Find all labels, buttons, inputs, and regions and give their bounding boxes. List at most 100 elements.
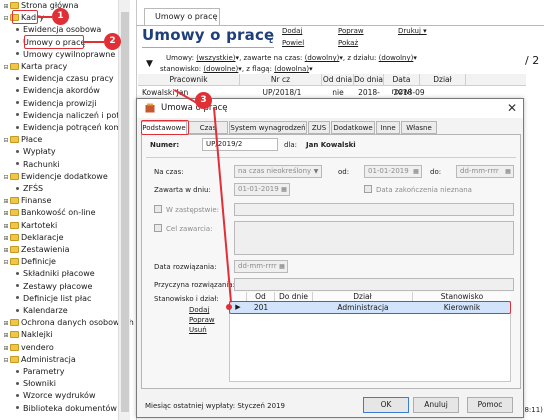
expand-toggle-icon[interactable]: ⊞ — [2, 234, 10, 244]
tree-scrollbar-thumb[interactable] — [121, 12, 129, 412]
na-czas-value: na czas nieokreślony — [238, 167, 312, 175]
tree-item[interactable]: ⊟ Karta pracy — [2, 62, 67, 73]
col-nr[interactable]: Nr cz — [240, 74, 322, 86]
tree-item[interactable]: ⊞ Ochrona danych osobowych — [2, 318, 133, 329]
row-pracownik[interactable]: Kowalski Jan — [142, 87, 240, 98]
tab-wlasne[interactable]: Własne — [401, 121, 437, 134]
close-icon[interactable]: ✕ — [507, 101, 517, 115]
w-zastepstwie-field[interactable] — [234, 203, 514, 216]
w-zastepstwie-checkbox[interactable] — [154, 205, 162, 213]
expand-toggle-icon[interactable]: ⊞ — [2, 246, 10, 256]
zawarta-date-field[interactable]: 01-01-2019 ▦ — [234, 183, 290, 196]
filter-stanowisko-value[interactable]: (dowolne) — [203, 65, 238, 73]
tree-item[interactable]: Ewidencja naliczeń i potrą — [14, 111, 128, 122]
expand-toggle-icon[interactable]: ⊞ — [2, 319, 10, 329]
sgrid-delete-link[interactable]: Usuń — [189, 326, 207, 334]
tree-item[interactable]: Ewidencja potrąceń komo — [14, 123, 126, 134]
tree-item[interactable]: Definicje list płac — [14, 294, 91, 305]
tree-scrollbar[interactable] — [118, 0, 130, 420]
collapse-toggle-icon[interactable]: ⊟ — [2, 14, 10, 24]
col-pracownik[interactable]: Pracownik — [138, 74, 240, 86]
tree-item[interactable]: ⊞ Finanse — [2, 196, 51, 207]
tree-item[interactable]: ⊟ Administracja — [2, 355, 75, 366]
filter-zawarte-value[interactable]: (dowolny) — [305, 54, 340, 62]
row-data[interactable]: 2018-09 — [384, 87, 434, 98]
expand-toggle-icon[interactable]: ⊞ — [2, 209, 10, 219]
tree-item[interactable]: ⊞ Zestawienia — [2, 245, 69, 256]
expand-toggle-icon[interactable]: ⊞ — [2, 222, 10, 232]
collapse-toggle-icon[interactable]: ⊟ — [2, 136, 10, 146]
row-od[interactable]: 2018- — [354, 87, 384, 98]
col-dzial[interactable]: Dział — [420, 74, 466, 86]
show-link[interactable]: Pokaż — [338, 39, 358, 47]
collapse-icon[interactable]: ▼ — [146, 59, 153, 69]
sgrid-edit-link[interactable]: Popraw — [189, 316, 215, 324]
sgrid-add-link[interactable]: Dodaj — [189, 306, 209, 314]
tree-item[interactable]: Umowy cywilnoprawne — [14, 50, 115, 61]
cancel-button[interactable]: Anuluj — [413, 397, 459, 413]
tree-item[interactable]: Wzorce wydruków — [14, 391, 95, 402]
expand-toggle-icon[interactable]: ⊞ — [2, 344, 10, 354]
tree-item[interactable]: ⊟ Ewidencje dodatkowe — [2, 172, 107, 183]
collapse-toggle-icon[interactable]: ⊟ — [2, 63, 10, 73]
tab-zus[interactable]: ZUS — [308, 121, 330, 134]
tree-item[interactable]: Rachunki — [14, 160, 60, 171]
numer-field[interactable]: UP/2019/2 — [202, 138, 278, 151]
ok-button[interactable]: OK — [363, 397, 409, 413]
tree-item[interactable]: Kalendarze — [14, 306, 68, 317]
data-zakonczenia-checkbox[interactable] — [364, 185, 372, 193]
collapse-toggle-icon[interactable]: ⊟ — [2, 258, 10, 268]
tree-item[interactable]: ZFŚS — [14, 184, 43, 195]
przyczyna-field[interactable] — [234, 278, 514, 291]
tree-item[interactable]: ⊞ Bankowość on-line — [2, 208, 95, 219]
print-dropdown[interactable]: Drukuj ▾ — [398, 27, 427, 35]
col-od-dnia[interactable]: Od dnia — [322, 74, 354, 86]
tab-inne[interactable]: Inne — [376, 121, 400, 134]
cel-zawarcia-checkbox[interactable] — [154, 224, 162, 232]
data-rozwiazania-field[interactable]: dd-mm-rrrr ▦ — [234, 260, 288, 273]
tree-item[interactable]: Wypłaty — [14, 147, 56, 158]
tree-item[interactable]: Ewidencja czasu pracy — [14, 74, 114, 85]
step-1-badge: 1 — [52, 8, 69, 25]
help-button[interactable]: Pomoc — [467, 397, 513, 413]
tree-item[interactable]: ⊞ Deklaracje — [2, 233, 63, 244]
collapse-toggle-icon[interactable]: ⊟ — [2, 173, 10, 183]
tree-item[interactable]: Parametry — [14, 367, 64, 378]
tree-item[interactable]: ⊟ Definicje — [2, 257, 56, 268]
tab-czas-pracy[interactable]: Czas pracy — [188, 121, 228, 144]
od-date-field[interactable]: 01-01-2019 ▦ — [364, 165, 422, 178]
tree-item[interactable]: Składniki płacowe — [14, 269, 95, 280]
expand-toggle-icon[interactable]: ⊞ — [2, 2, 10, 12]
tree-item[interactable]: ⊞ Kartoteki — [2, 221, 57, 232]
cel-zawarcia-textarea[interactable] — [234, 221, 514, 255]
collapse-toggle-icon[interactable]: ⊟ — [2, 356, 10, 366]
row-nr[interactable]: UP/2018/1 — [242, 87, 322, 98]
na-czas-select[interactable]: na czas nieokreślony ▼ — [234, 165, 322, 178]
edit-link[interactable]: Popraw — [338, 27, 364, 35]
row-cz[interactable]: nie — [322, 87, 354, 98]
tree-item[interactable]: Ewidencja akordów — [14, 86, 100, 97]
tree-item[interactable]: ⊞ Naklejki — [2, 330, 52, 341]
tab-umowy-o-prace[interactable]: Umowy o pracę — [144, 8, 220, 25]
tree-item[interactable]: Ewidencja prowizji — [14, 99, 96, 110]
filter-line-2: stanowisko: (dowolne)▾, z flagą: (dowoln… — [160, 65, 313, 73]
filter-flaga-value[interactable]: (dowolna) — [274, 65, 309, 73]
col-stanowisko-main[interactable] — [466, 74, 526, 86]
col-data-rozwiazania[interactable]: Data rozwi — [384, 74, 420, 96]
tab-dodatkowe[interactable]: Dodatkowe — [331, 121, 375, 134]
tree-item[interactable]: Słowniki — [14, 379, 56, 390]
filter-dzial-value[interactable]: (dowolny) — [379, 54, 414, 62]
col-do-dnia[interactable]: Do dnia — [354, 74, 384, 86]
do-date-field[interactable]: dd-mm-rrrr ▦ — [456, 165, 514, 178]
add-link[interactable]: Dodaj — [282, 27, 302, 35]
filter-umowy-value[interactable]: (wszystkie) — [196, 54, 235, 62]
tree-item[interactable]: ⊟ Płace — [2, 135, 42, 146]
tree-item[interactable]: ⊞ vendero — [2, 343, 53, 354]
expand-toggle-icon[interactable]: ⊞ — [2, 197, 10, 207]
expand-toggle-icon[interactable]: ⊞ — [2, 331, 10, 341]
tree-item[interactable]: Biblioteka dokumentów — [14, 404, 117, 415]
tab-system-wynagrodzen[interactable]: System wynagrodzeń — [229, 121, 307, 134]
tree-item-label: Definicje — [21, 257, 56, 267]
copy-link[interactable]: Powiel — [282, 39, 304, 47]
tree-item[interactable]: Zestawy płacowe — [14, 282, 92, 293]
